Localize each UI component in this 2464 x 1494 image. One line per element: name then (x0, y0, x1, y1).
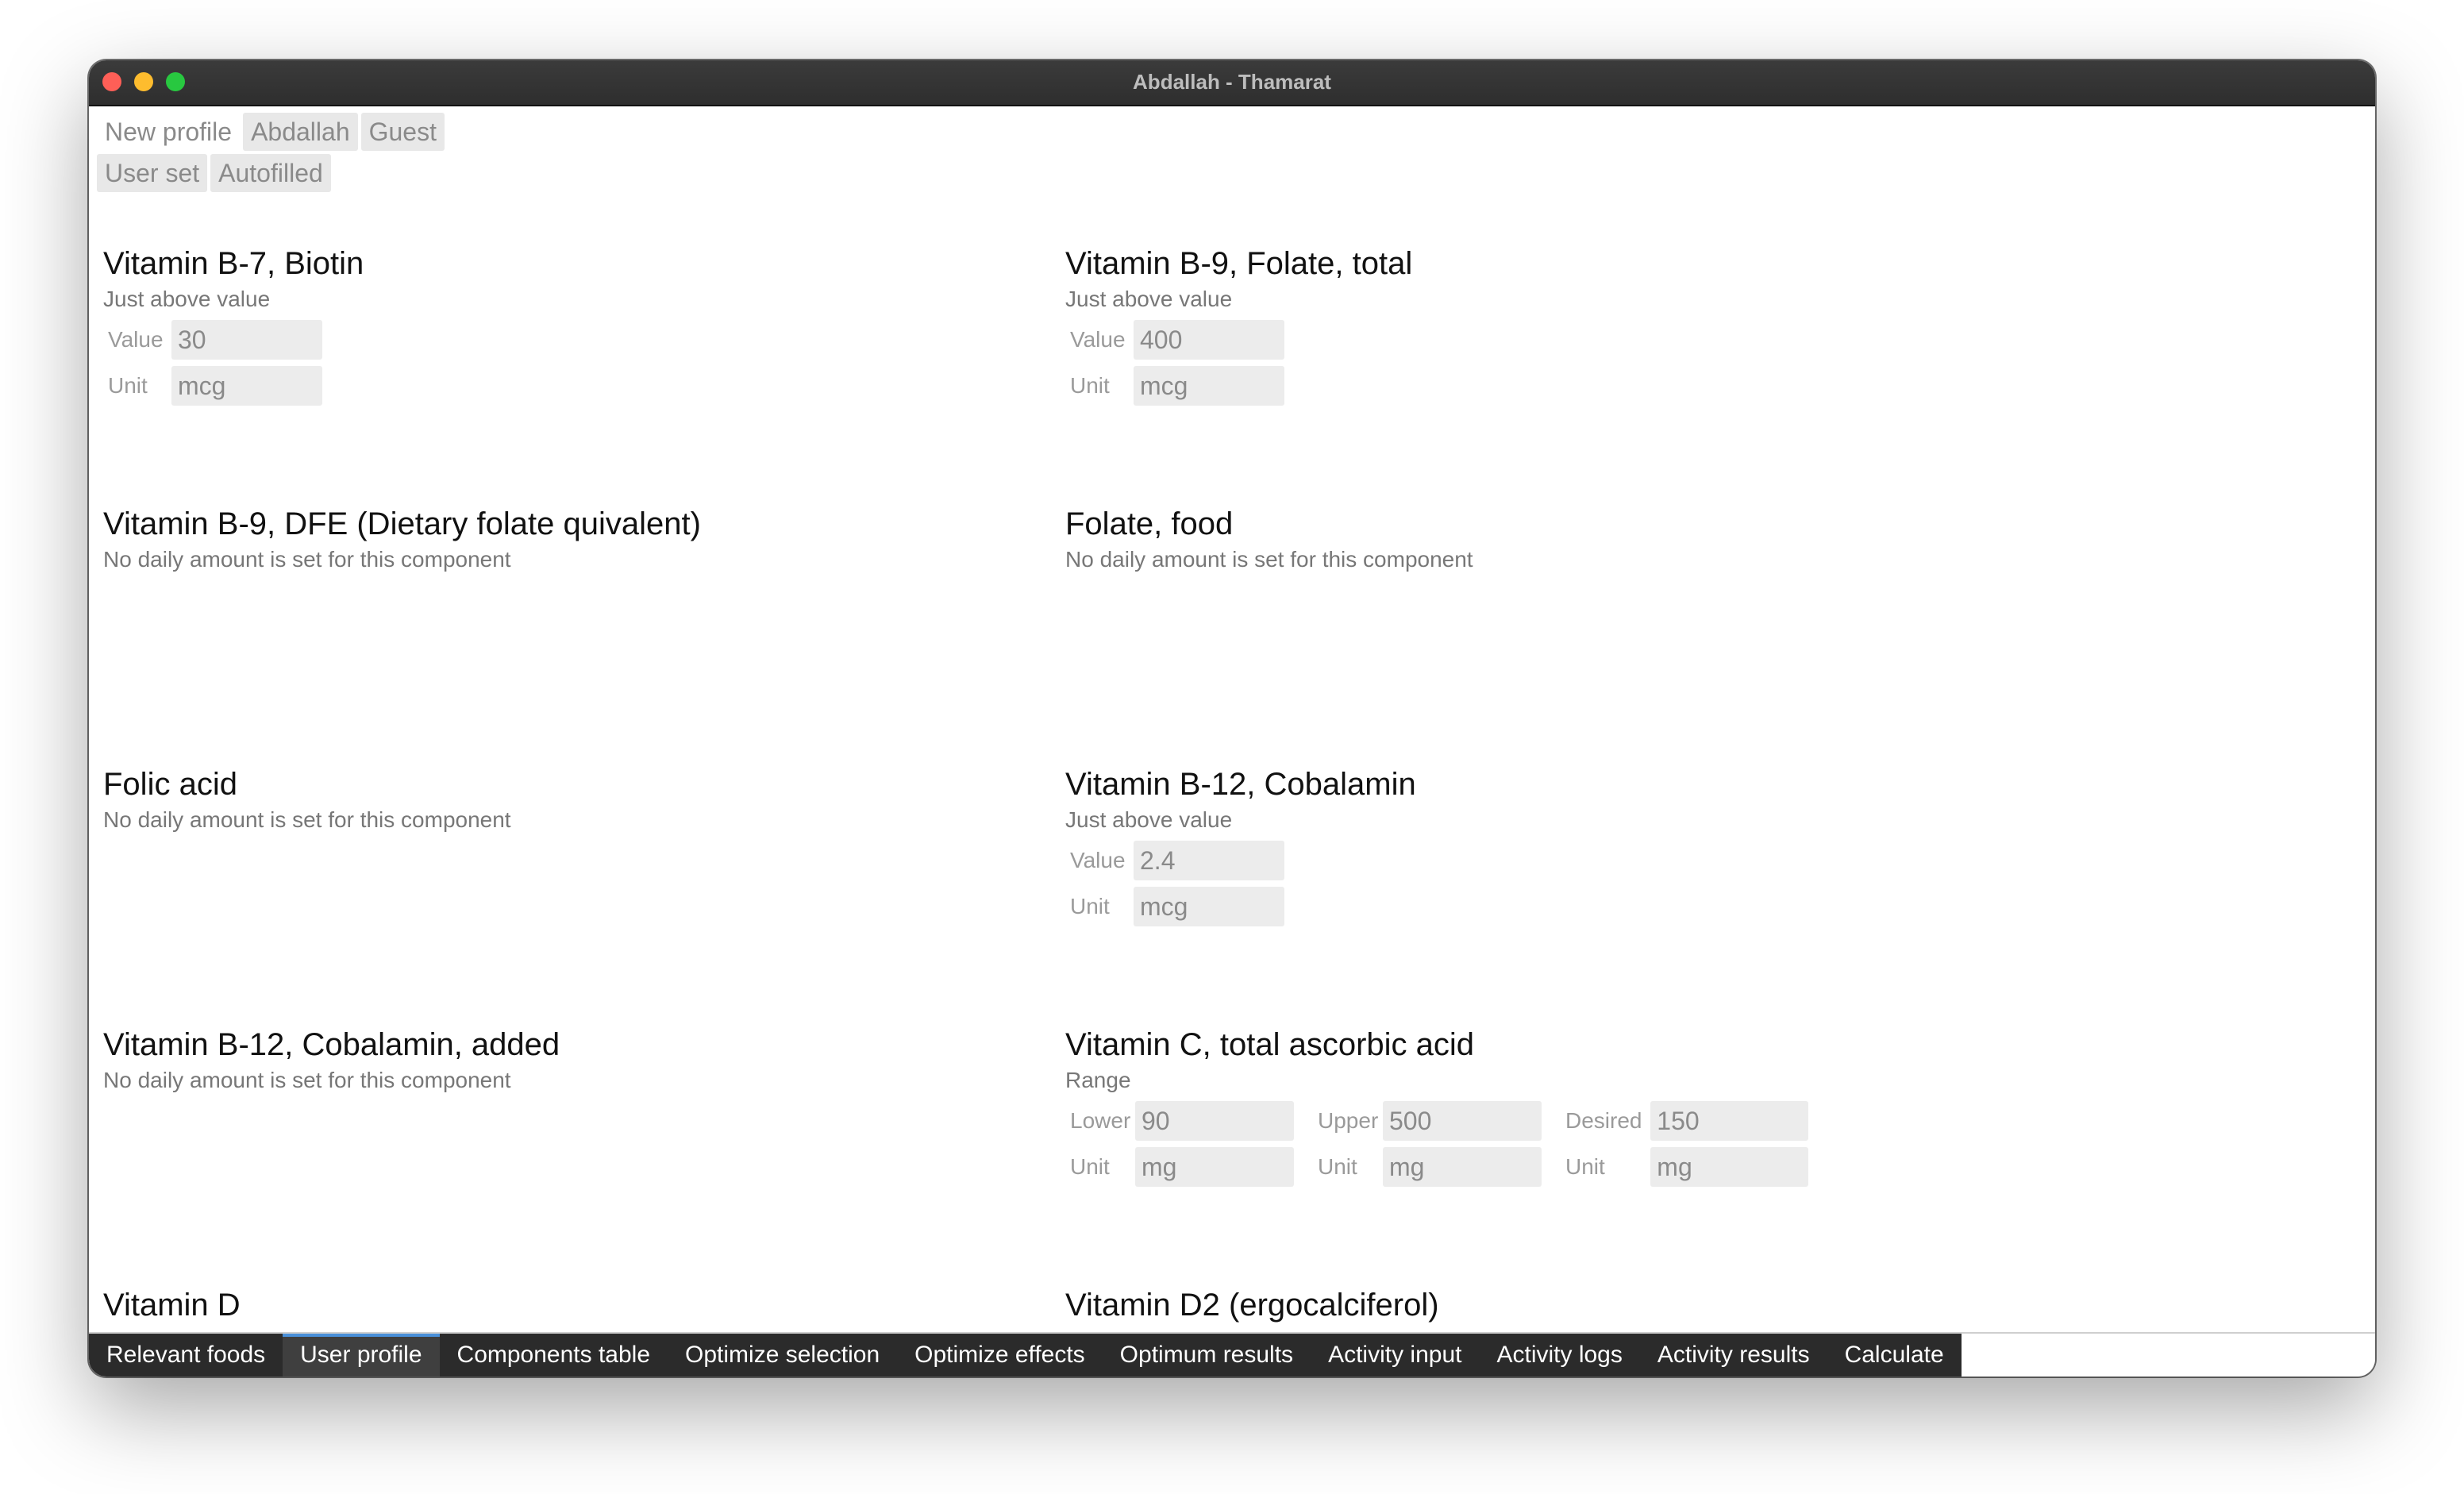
tab-optimize-selection[interactable]: Optimize selection (668, 1334, 897, 1377)
component-card: Vitamin B-12, Cobalamin, added No daily … (103, 1027, 560, 1093)
component-card: Vitamin C, total ascorbic acid Range Low… (1065, 1027, 1808, 1190)
unit-input[interactable]: mcg (171, 366, 322, 406)
component-subtitle: No daily amount is set for this componen… (1065, 547, 1473, 572)
component-title: Vitamin B-12, Cobalamin (1065, 767, 1416, 802)
lower-unit-input[interactable]: mg (1135, 1147, 1294, 1187)
mode-user-set-button[interactable]: User set (97, 154, 208, 192)
profile-abdallah-button[interactable]: Abdallah (243, 113, 358, 151)
upper-unit-input[interactable]: mg (1383, 1147, 1542, 1187)
component-card: Vitamin B-7, Biotin Just above value Val… (103, 246, 364, 406)
component-card: Vitamin B-9, DFE (Dietary folate quivale… (103, 506, 701, 572)
value-label: Value (1070, 848, 1126, 872)
mode-selector: User set Autofilled (97, 154, 331, 192)
desired-input[interactable]: 150 (1650, 1101, 1808, 1141)
title-bar[interactable]: Abdallah - Thamarat (89, 60, 2375, 106)
component-title: Vitamin B-12, Cobalamin, added (103, 1027, 560, 1062)
upper-input[interactable]: 500 (1383, 1101, 1542, 1141)
window-title: Abdallah - Thamarat (1133, 70, 1331, 94)
profile-selector: New profile Abdallah Guest (97, 113, 445, 151)
tab-activity-logs[interactable]: Activity logs (1479, 1334, 1639, 1377)
desired-label: Desired (1565, 1108, 1642, 1133)
component-card: Vitamin D (103, 1288, 241, 1323)
component-card: Vitamin B-12, Cobalamin Just above value… (1065, 767, 1416, 926)
component-title: Vitamin C, total ascorbic acid (1065, 1027, 1475, 1062)
value-label: Value (108, 327, 164, 352)
user-profile-panel: New profile Abdallah Guest User set Auto… (89, 106, 2375, 1334)
component-card: Folate, food No daily amount is set for … (1065, 506, 1473, 572)
tab-user-profile[interactable]: User profile (283, 1334, 440, 1377)
upper-unit-label: Unit (1318, 1154, 1357, 1179)
component-title: Folate, food (1065, 506, 1234, 541)
component-title: Vitamin B-7, Biotin (103, 246, 364, 281)
component-title: Vitamin D2 (ergocalciferol) (1065, 1288, 1439, 1323)
component-subtitle: No daily amount is set for this componen… (103, 807, 511, 832)
tab-components-table[interactable]: Components table (440, 1334, 668, 1377)
desired-unit-label: Unit (1565, 1154, 1605, 1179)
tab-relevant-foods[interactable]: Relevant foods (89, 1334, 283, 1377)
value-label: Value (1070, 327, 1126, 352)
lower-label: Lower (1070, 1108, 1131, 1133)
value-input[interactable]: 400 (1134, 320, 1284, 360)
component-title: Vitamin B-9, Folate, total (1065, 246, 1413, 281)
value-input[interactable]: 2.4 (1134, 841, 1284, 880)
component-card: Vitamin D2 (ergocalciferol) (1065, 1288, 1439, 1323)
profile-guest-button[interactable]: Guest (360, 113, 445, 151)
value-input[interactable]: 30 (171, 320, 322, 360)
component-subtitle: Just above value (1065, 287, 1233, 311)
unit-label: Unit (1070, 894, 1110, 918)
upper-label: Upper (1318, 1108, 1379, 1133)
lower-unit-label: Unit (1070, 1154, 1110, 1179)
component-card: Folic acid No daily amount is set for th… (103, 767, 511, 833)
component-subtitle: No daily amount is set for this componen… (103, 547, 511, 572)
tab-optimize-effects[interactable]: Optimize effects (897, 1334, 1103, 1377)
unit-label: Unit (108, 373, 148, 398)
mode-autofilled-button[interactable]: Autofilled (210, 154, 331, 192)
new-profile-button[interactable]: New profile (97, 113, 241, 151)
tab-activity-results[interactable]: Activity results (1640, 1334, 1827, 1377)
component-title: Vitamin D (103, 1288, 241, 1323)
tab-calculate[interactable]: Calculate (1827, 1334, 1962, 1377)
unit-input[interactable]: mcg (1134, 887, 1284, 926)
tab-activity-input[interactable]: Activity input (1311, 1334, 1479, 1377)
unit-input[interactable]: mcg (1134, 366, 1284, 406)
unit-label: Unit (1070, 373, 1110, 398)
app-window: Abdallah - Thamarat New profile Abdallah… (89, 60, 2375, 1377)
component-subtitle: Range (1065, 1068, 1131, 1092)
component-subtitle: Just above value (1065, 807, 1233, 832)
lower-input[interactable]: 90 (1135, 1101, 1294, 1141)
component-card: Vitamin B-9, Folate, total Just above va… (1065, 246, 1412, 406)
bottom-tab-bar: Relevant foods User profile Components t… (89, 1332, 2375, 1377)
component-subtitle: Just above value (103, 287, 271, 311)
desired-unit-input[interactable]: mg (1650, 1147, 1808, 1187)
tab-optimum-results[interactable]: Optimum results (1103, 1334, 1311, 1377)
range-fields: Lower 90 Upper 500 Desired 150 Unit mg U… (1065, 1098, 1808, 1190)
component-title: Vitamin B-9, DFE (Dietary folate quivale… (103, 506, 701, 541)
component-title: Folic acid (103, 767, 237, 802)
component-subtitle: No daily amount is set for this componen… (103, 1068, 511, 1092)
